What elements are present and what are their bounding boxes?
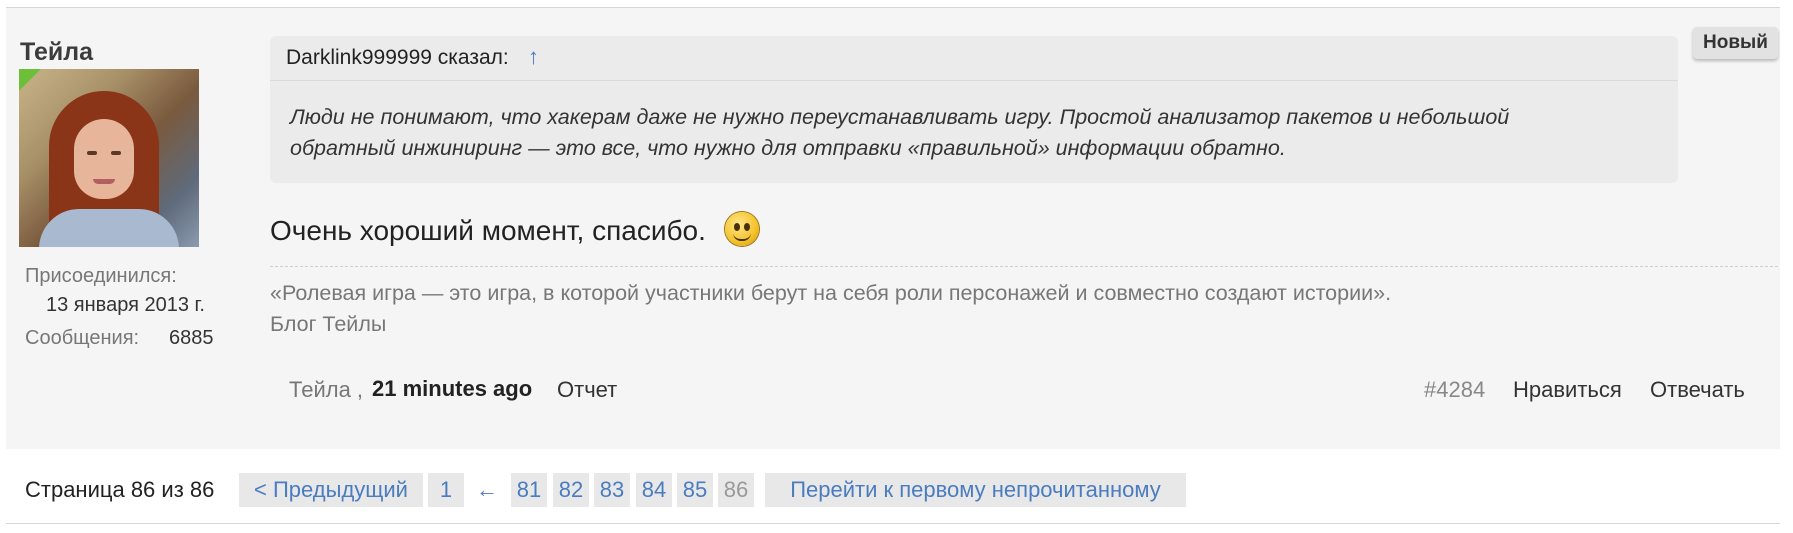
smile-emoji-icon xyxy=(725,212,759,246)
signature-blog-link[interactable]: Блог Тейлы xyxy=(270,309,1391,340)
quote-line-1: Люди не понимают, что хакерам даже не ну… xyxy=(290,105,1510,129)
page-86-current: 86 xyxy=(718,473,754,507)
joined-label: Присоединился: xyxy=(25,265,177,287)
messages-count: 6885 xyxy=(169,327,214,349)
quote-header: Darklink999999 сказал: ↑ xyxy=(270,36,1678,81)
page-81-button[interactable]: 81 xyxy=(511,473,547,507)
page-85-button[interactable]: 85 xyxy=(677,473,713,507)
page-84-button[interactable]: 84 xyxy=(636,473,672,507)
quote-author: Darklink999999 сказал: xyxy=(286,46,509,69)
like-button[interactable]: Нравиться xyxy=(1513,377,1622,403)
post-author-name[interactable]: Тейла xyxy=(20,38,93,67)
first-unread-button[interactable]: Перейти к первому непрочитанному xyxy=(765,473,1186,507)
report-button[interactable]: Отчет xyxy=(557,377,617,403)
quote-line-2: обратный инжиниринг — это все, что нужно… xyxy=(290,136,1286,160)
post-timestamp[interactable]: 21 minutes ago xyxy=(372,376,532,402)
bottom-divider xyxy=(6,523,1780,524)
reply-button[interactable]: Отвечать xyxy=(1650,377,1745,403)
avatar[interactable] xyxy=(19,69,199,247)
footer-author-link[interactable]: Тейла , xyxy=(289,377,363,403)
joined-date: 13 января 2013 г. xyxy=(46,294,205,316)
new-badge: Новый xyxy=(1693,27,1778,59)
page-82-button[interactable]: 82 xyxy=(553,473,589,507)
signature-quote: «Ролевая игра — это игра, в которой учас… xyxy=(270,281,1392,305)
page-1-button[interactable]: 1 xyxy=(428,473,464,507)
jump-back-icon[interactable]: ← xyxy=(470,473,504,507)
online-indicator-icon xyxy=(19,69,41,91)
page-indicator: Страница 86 из 86 xyxy=(25,477,215,502)
page-83-button[interactable]: 83 xyxy=(594,473,630,507)
quote-text: Люди не понимают, что хакерам даже не ну… xyxy=(290,102,1650,164)
jump-to-quote-icon[interactable]: ↑ xyxy=(528,44,539,70)
messages-label: Сообщения: xyxy=(25,327,140,349)
quote-block: Darklink999999 сказал: ↑ Люди не понимаю… xyxy=(270,36,1678,183)
prev-page-button[interactable]: < Предыдущий xyxy=(239,473,423,507)
signature: «Ролевая игра — это игра, в которой учас… xyxy=(270,278,1391,340)
post-number-link[interactable]: #4284 xyxy=(1424,377,1485,403)
signature-divider xyxy=(270,266,1778,267)
post-message: Очень хороший момент, спасибо. xyxy=(270,215,706,246)
